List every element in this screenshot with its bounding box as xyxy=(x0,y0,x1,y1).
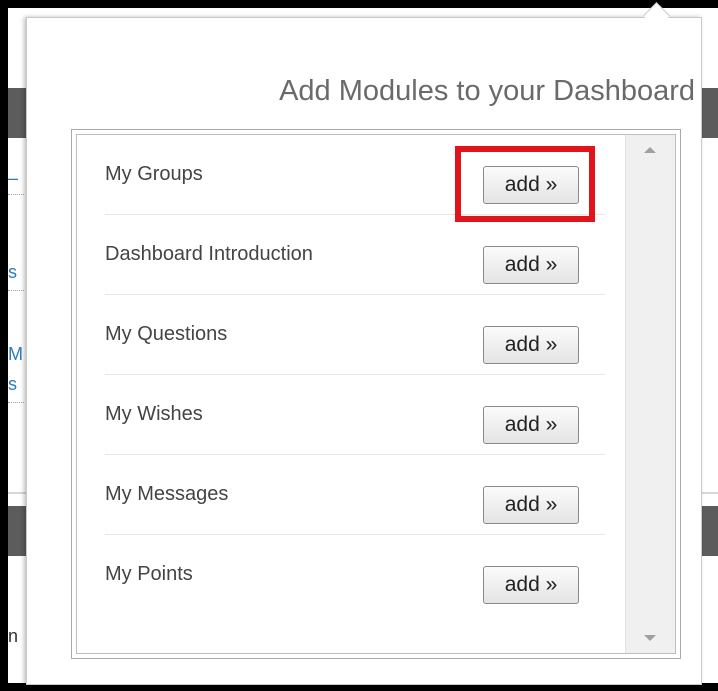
module-list[interactable]: My Groups add » Dashboard Introduction a… xyxy=(76,134,676,654)
module-row-my-questions: My Questions add » xyxy=(105,295,605,375)
add-dashboard-introduction-button[interactable]: add » xyxy=(483,246,579,284)
module-row-my-messages: My Messages add » xyxy=(105,455,605,535)
background-dotted-rule xyxy=(8,194,24,195)
background-text-fragment: n xyxy=(8,626,19,646)
module-row-my-groups: My Groups add » xyxy=(105,135,605,215)
module-name: My Questions xyxy=(105,323,228,345)
add-my-wishes-button[interactable]: add » xyxy=(483,406,579,444)
background-link-fragment[interactable]: s xyxy=(8,374,22,395)
background-link-fragment[interactable]: s xyxy=(8,262,22,283)
module-row-dashboard-introduction: Dashboard Introduction add » xyxy=(105,215,605,295)
add-my-questions-button[interactable]: add » xyxy=(483,326,579,364)
background-link-fragment[interactable]: M xyxy=(8,344,23,365)
module-list-scrollbar[interactable] xyxy=(625,135,675,653)
module-name: Dashboard Introduction xyxy=(105,243,313,265)
module-row-my-points: My Points add » xyxy=(105,535,605,614)
add-my-points-button[interactable]: add » xyxy=(483,566,579,604)
dialog-title: Add Modules to your Dashboard xyxy=(279,75,695,107)
add-my-messages-button[interactable]: add » xyxy=(483,486,579,524)
background-dotted-rule xyxy=(8,290,24,291)
add-modules-dialog: Add Modules to your Dashboard My Groups … xyxy=(26,2,702,685)
scroll-down-arrow-icon[interactable] xyxy=(644,635,656,641)
module-list-frame: My Groups add » Dashboard Introduction a… xyxy=(71,129,681,659)
module-name: My Points xyxy=(105,563,193,585)
add-my-groups-button[interactable]: add » xyxy=(483,166,579,204)
dialog-pointer-notch xyxy=(643,2,670,29)
module-name: My Wishes xyxy=(105,403,203,425)
module-list-content: My Groups add » Dashboard Introduction a… xyxy=(77,135,625,653)
background-link-fragment: – xyxy=(8,168,19,188)
scroll-up-arrow-icon[interactable] xyxy=(644,147,656,153)
module-name: My Messages xyxy=(105,483,229,505)
module-name: My Groups xyxy=(105,163,203,185)
module-row-my-wishes: My Wishes add » xyxy=(105,375,605,455)
background-dotted-rule xyxy=(8,402,24,403)
